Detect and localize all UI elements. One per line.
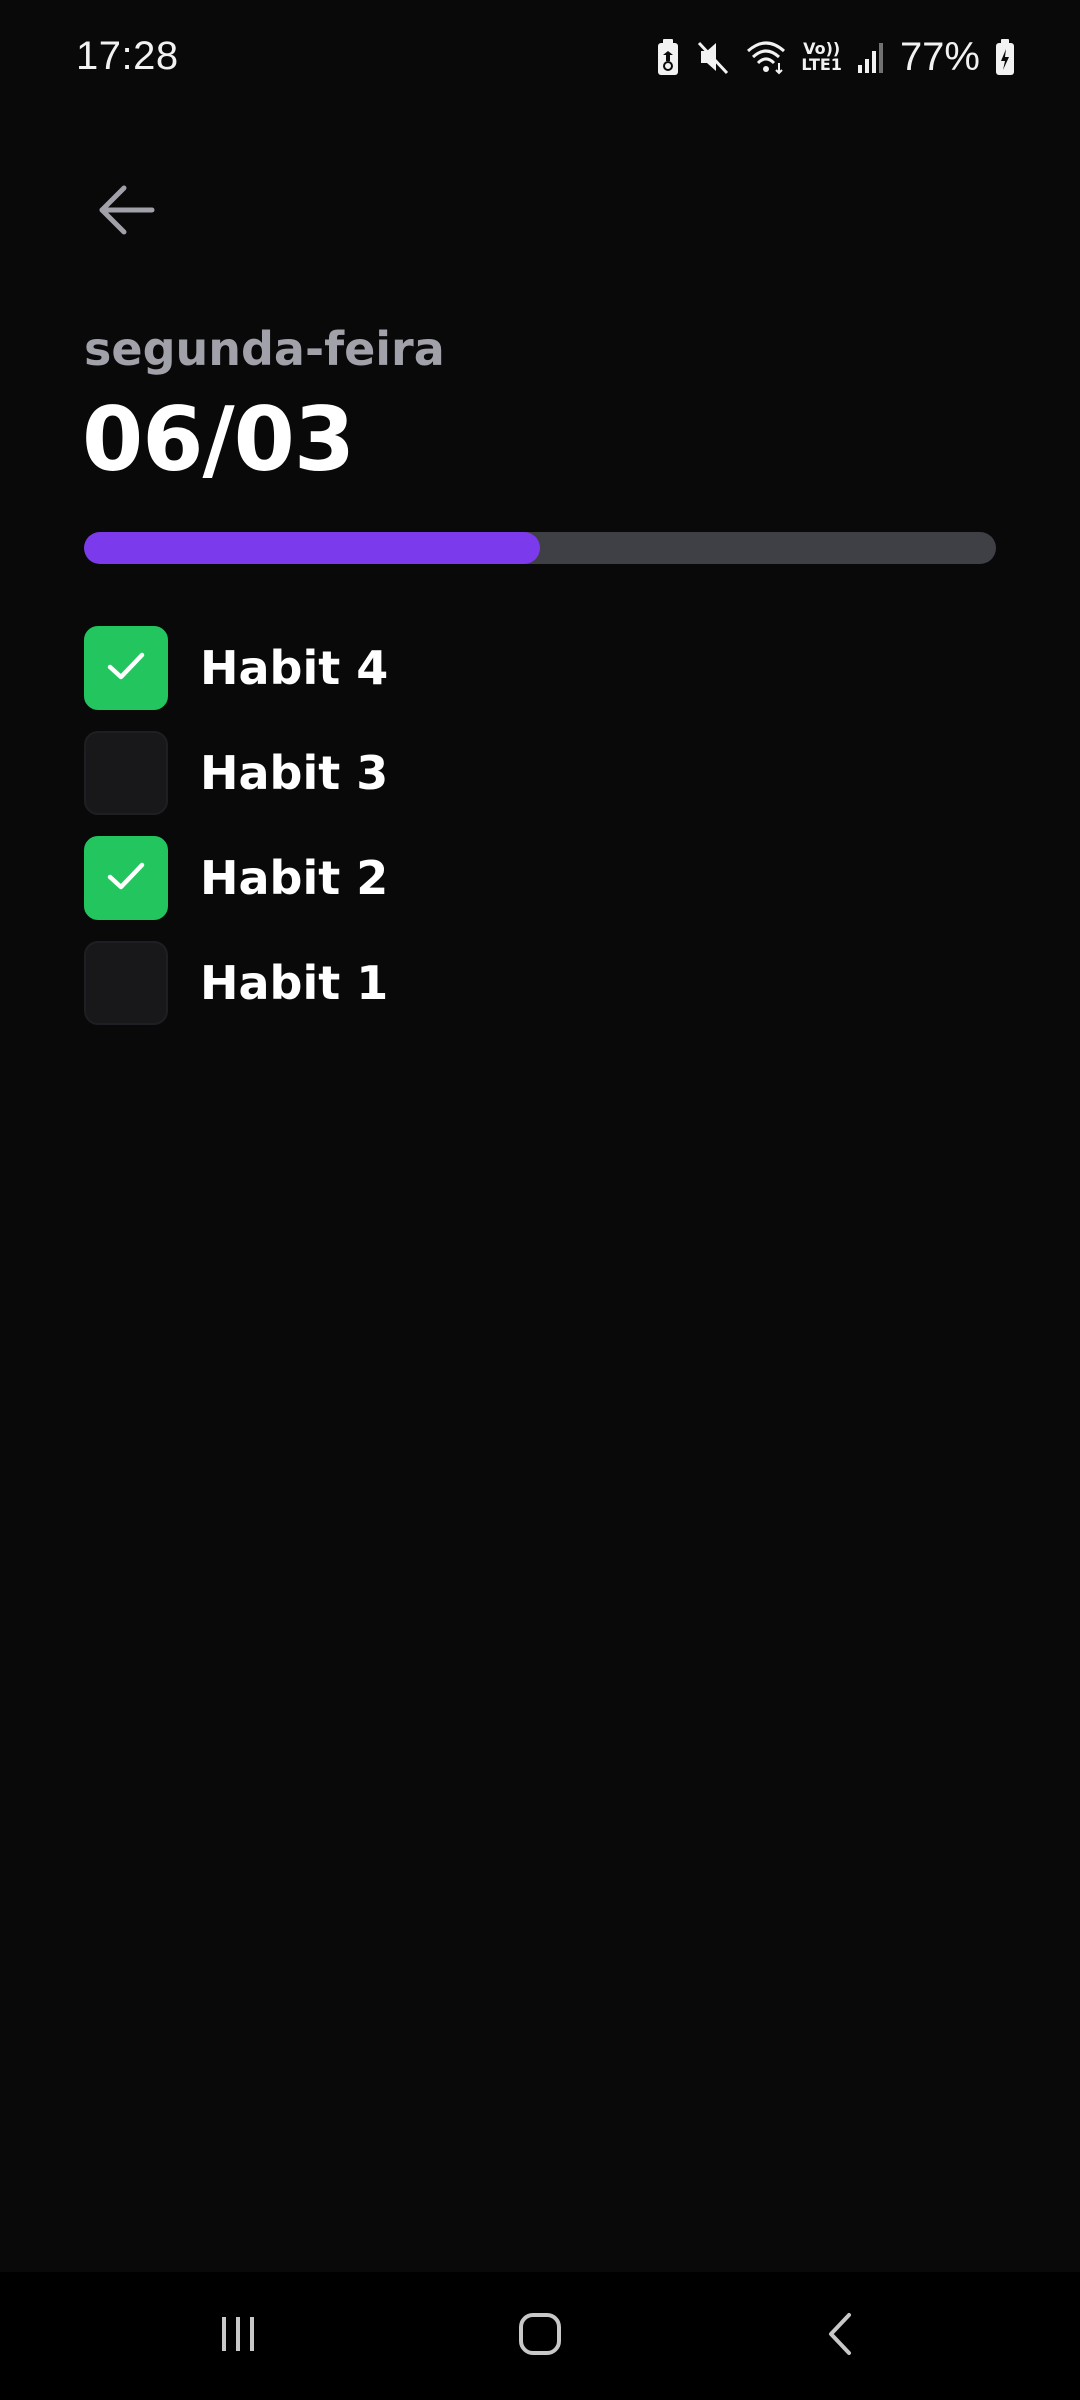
- habit-item[interactable]: Habit 4: [84, 626, 996, 710]
- status-icons: Vo)) LTE1 77%: [655, 32, 1016, 82]
- check-icon: [104, 854, 148, 903]
- navigation-bar: [0, 2272, 1080, 2400]
- habit-label: Habit 2: [200, 851, 389, 905]
- lte-label: LTE1: [801, 55, 842, 74]
- habit-item[interactable]: Habit 2: [84, 836, 996, 920]
- system-back-button[interactable]: [800, 2294, 884, 2378]
- habit-label: Habit 3: [200, 746, 389, 800]
- check-icon: [104, 644, 148, 693]
- date-title: 06/03: [82, 388, 355, 491]
- back-button[interactable]: [84, 170, 168, 254]
- arrow-left-icon: [96, 180, 156, 245]
- habit-label: Habit 1: [200, 956, 389, 1010]
- battery-charging-icon: [994, 37, 1016, 77]
- habit-list: Habit 4 Habit 3 Habit 2 Habit 1: [84, 626, 996, 1046]
- weekday-label: segunda-feira: [84, 322, 445, 376]
- habit-checkbox[interactable]: [84, 731, 168, 815]
- progress-bar: [84, 532, 996, 564]
- habit-checkbox[interactable]: [84, 941, 168, 1025]
- status-time: 17:28: [76, 34, 179, 78]
- battery-percent: 77%: [899, 34, 980, 79]
- habit-label: Habit 4: [200, 641, 389, 695]
- progress-fill: [84, 532, 540, 564]
- habit-checkbox[interactable]: [84, 626, 168, 710]
- habit-item[interactable]: Habit 1: [84, 941, 996, 1025]
- home-button[interactable]: [498, 2294, 582, 2378]
- habit-item[interactable]: Habit 3: [84, 731, 996, 815]
- status-bar: 17:28 Vo)) LTE1 77%: [0, 0, 1080, 120]
- back-icon: [819, 2311, 865, 2362]
- battery-saver-icon: [655, 37, 681, 77]
- wifi-icon: [745, 37, 787, 77]
- volte-icon: Vo)) LTE1: [801, 41, 842, 73]
- home-icon: [517, 2311, 563, 2362]
- mute-icon: [695, 37, 731, 77]
- recent-apps-icon: [215, 2311, 261, 2362]
- signal-icon: [856, 37, 886, 77]
- habit-checkbox[interactable]: [84, 836, 168, 920]
- recent-apps-button[interactable]: [196, 2294, 280, 2378]
